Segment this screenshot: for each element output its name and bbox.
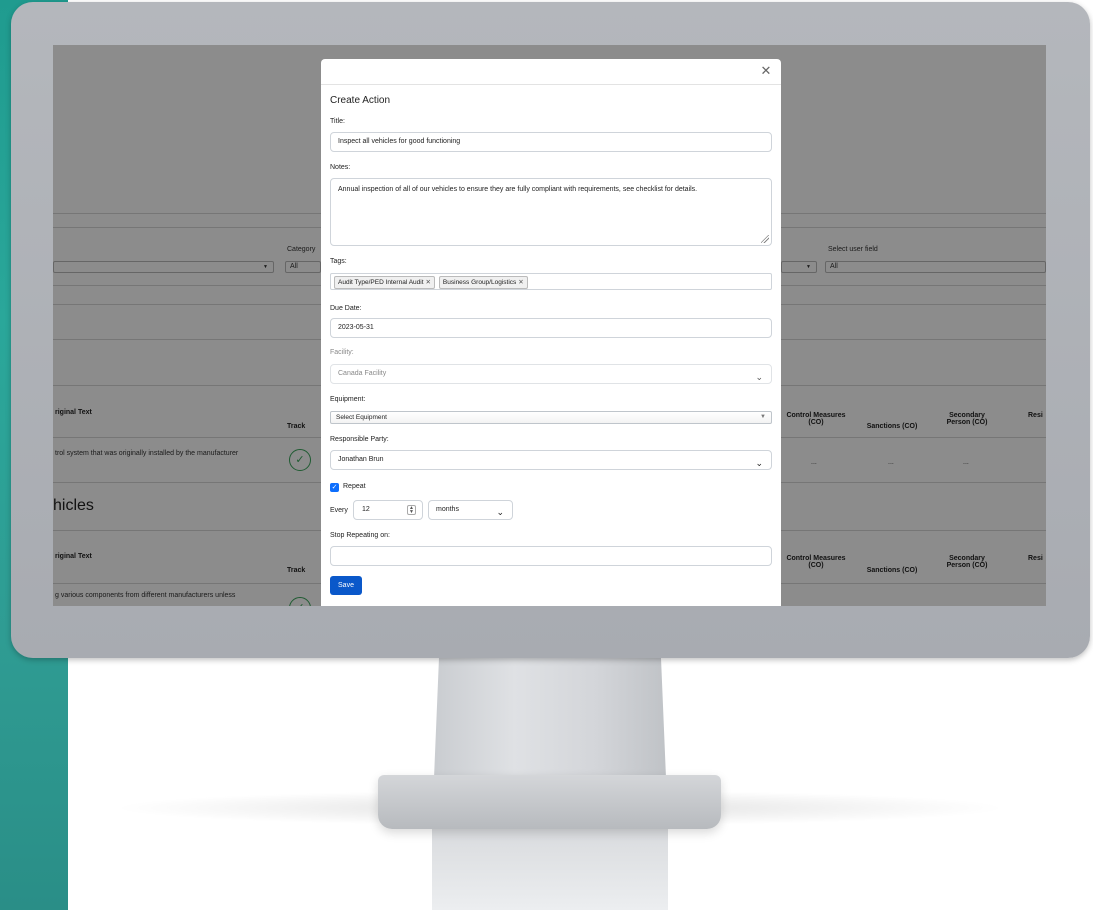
repeat-unit-value: months	[436, 506, 459, 513]
responsible-party-value: Jonathan Brun	[338, 456, 384, 463]
due-date-input[interactable]: 2023-05-31	[330, 318, 772, 338]
equipment-value: Select Equipment	[336, 414, 387, 421]
tag-chip: Business Group/Logistics ✕	[438, 276, 528, 289]
tag-remove-icon[interactable]: ✕	[518, 279, 523, 286]
resize-handle-icon[interactable]	[761, 235, 769, 243]
facility-label: Facility:	[330, 349, 354, 356]
title-label: Title:	[330, 118, 345, 125]
tag-remove-icon[interactable]: ✕	[426, 279, 431, 286]
modal-title: Create Action	[330, 95, 391, 106]
tag-label: Audit Type/PED Internal Audit	[338, 279, 424, 286]
notes-label: Notes:	[330, 164, 351, 171]
stop-repeating-input[interactable]	[330, 546, 772, 566]
stage: Category ▼ All Select user field ▼ All r…	[0, 0, 1093, 910]
close-icon[interactable]: ✕	[759, 64, 773, 78]
facility-select: Canada Facility ⌄	[330, 364, 772, 384]
title-input[interactable]: Inspect all vehicles for good functionin…	[330, 132, 772, 152]
notes-textarea[interactable]: Annual inspection of all of our vehicles…	[330, 178, 772, 246]
every-value: 12	[362, 506, 370, 513]
due-date-label: Due Date:	[330, 305, 362, 312]
equipment-select[interactable]: Select Equipment ▼	[330, 411, 772, 424]
stop-repeating-label: Stop Repeating on:	[330, 532, 390, 539]
tags-input[interactable]: Audit Type/PED Internal Audit ✕ Business …	[330, 273, 772, 290]
dropdown-arrow-icon: ▼	[760, 414, 766, 420]
monitor-stand-shadow	[432, 829, 668, 910]
tag-label: Business Group/Logistics	[442, 279, 517, 286]
responsible-party-label: Responsible Party:	[330, 436, 389, 443]
repeat-unit-select[interactable]: months ⌄	[428, 500, 513, 520]
tag-chip: Audit Type/PED Internal Audit ✕	[334, 276, 435, 289]
chevron-down-icon: ⌄	[755, 372, 763, 382]
every-number-input[interactable]: 12 ▲ ▼	[353, 500, 423, 520]
repeat-label: Repeat	[343, 483, 366, 490]
tags-label: Tags:	[330, 258, 347, 265]
monitor-screen: Category ▼ All Select user field ▼ All r…	[53, 45, 1046, 606]
equipment-label: Equipment:	[330, 396, 366, 403]
every-label: Every	[330, 507, 348, 514]
repeat-checkbox[interactable]: ✓	[330, 483, 339, 492]
modal-header: ✕	[321, 59, 781, 85]
responsible-party-select[interactable]: Jonathan Brun ⌄	[330, 450, 772, 470]
save-button[interactable]: Save	[330, 576, 362, 595]
monitor-stand-base	[378, 775, 721, 829]
chevron-down-icon: ⌄	[755, 458, 763, 468]
create-action-modal: ✕ Create Action Title: Inspect all vehic…	[321, 59, 781, 606]
chevron-down-icon: ⌄	[496, 507, 504, 517]
facility-value: Canada Facility	[338, 370, 387, 377]
notes-text: Annual inspection of all of our vehicles…	[338, 186, 698, 193]
stepper-icon[interactable]: ▲ ▼	[407, 505, 416, 515]
